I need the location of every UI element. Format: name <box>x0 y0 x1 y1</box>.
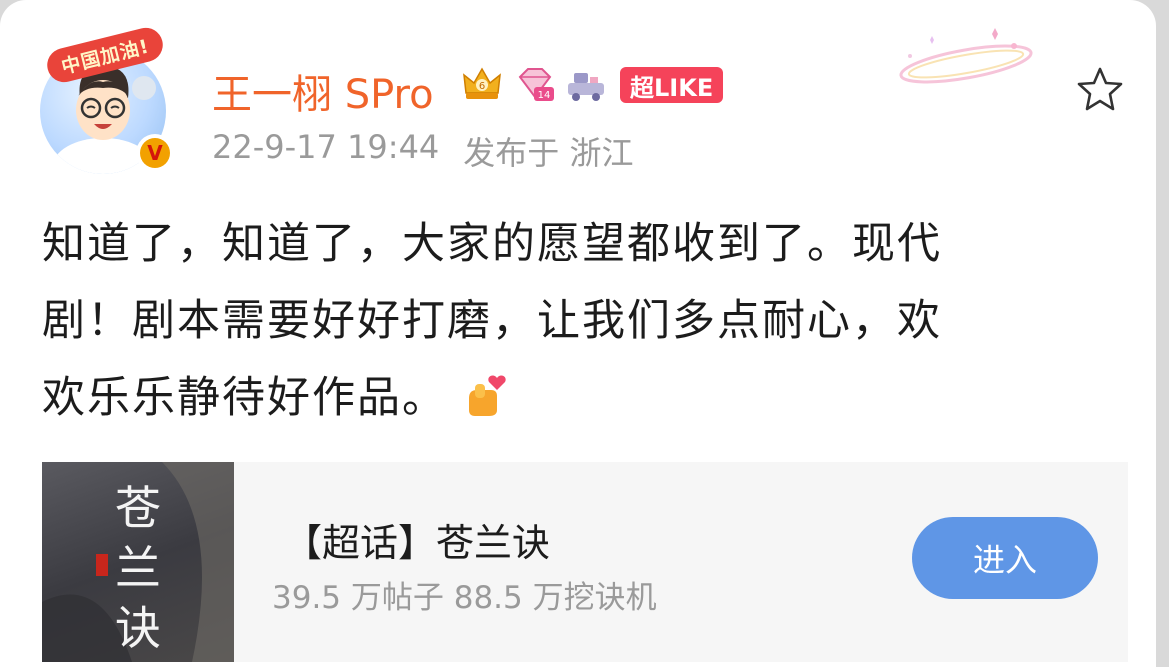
post-timestamp: 22-9-17 19:44 <box>212 128 440 166</box>
post-content: 知道了，知道了，大家的愿望都收到了。现代 剧！剧本需要好好打磨，让我们多点耐心，… <box>42 206 1102 437</box>
user-avatar[interactable]: 中国加油! V <box>40 24 174 174</box>
topic-cover-char: 诀 <box>115 601 161 655</box>
weibo-post-card: 中国加油! V 王一栩 SPro 6 14 超LIKE 22-9-17 19:4… <box>0 0 1156 667</box>
verified-icon: V <box>136 134 174 172</box>
heart-hand-emoji-icon <box>469 375 506 416</box>
user-badges: 6 14 超LIKE <box>460 64 724 106</box>
enter-topic-button[interactable]: 进入 <box>912 517 1098 599</box>
post-text-line: 知道了，知道了，大家的愿望都收到了。现代 <box>42 219 942 269</box>
topic-stats: 39.5 万帖子 88.5 万挖诀机 <box>272 580 657 616</box>
topic-title[interactable]: 【超话】苍兰诀 <box>284 512 550 567</box>
star-outline-icon[interactable] <box>1074 64 1126 116</box>
svg-text:6: 6 <box>479 81 485 92</box>
post-meta: 22-9-17 19:44 发布于 浙江 <box>212 128 633 174</box>
svg-text:14: 14 <box>538 90 551 101</box>
topic-cover-image: 苍 兰 诀 <box>42 462 234 662</box>
super-like-badge[interactable]: 超LIKE <box>620 67 724 103</box>
crown-level-6-icon[interactable]: 6 <box>460 65 504 105</box>
user-name[interactable]: 王一栩 SPro <box>212 62 434 120</box>
post-text-line: 欢乐乐静待好作品。 <box>42 360 1102 437</box>
decoration-icon <box>899 28 1033 84</box>
topic-cover-char: 兰 <box>115 541 161 595</box>
verified-mark: V <box>140 138 170 168</box>
diamond-level-14-icon[interactable]: 14 <box>512 65 556 105</box>
post-text-line: 剧！剧本需要好好打磨，让我们多点耐心，欢 <box>42 296 942 346</box>
vehicle-icon[interactable] <box>564 65 608 105</box>
topic-card[interactable]: 苍 兰 诀 【超话】苍兰诀 39.5 万帖子 88.5 万挖诀机 进入 <box>42 462 1128 662</box>
topic-cover-char: 苍 <box>115 481 161 535</box>
post-location: 发布于 浙江 <box>463 134 634 172</box>
post-text-line-3: 欢乐乐静待好作品。 <box>42 373 447 423</box>
